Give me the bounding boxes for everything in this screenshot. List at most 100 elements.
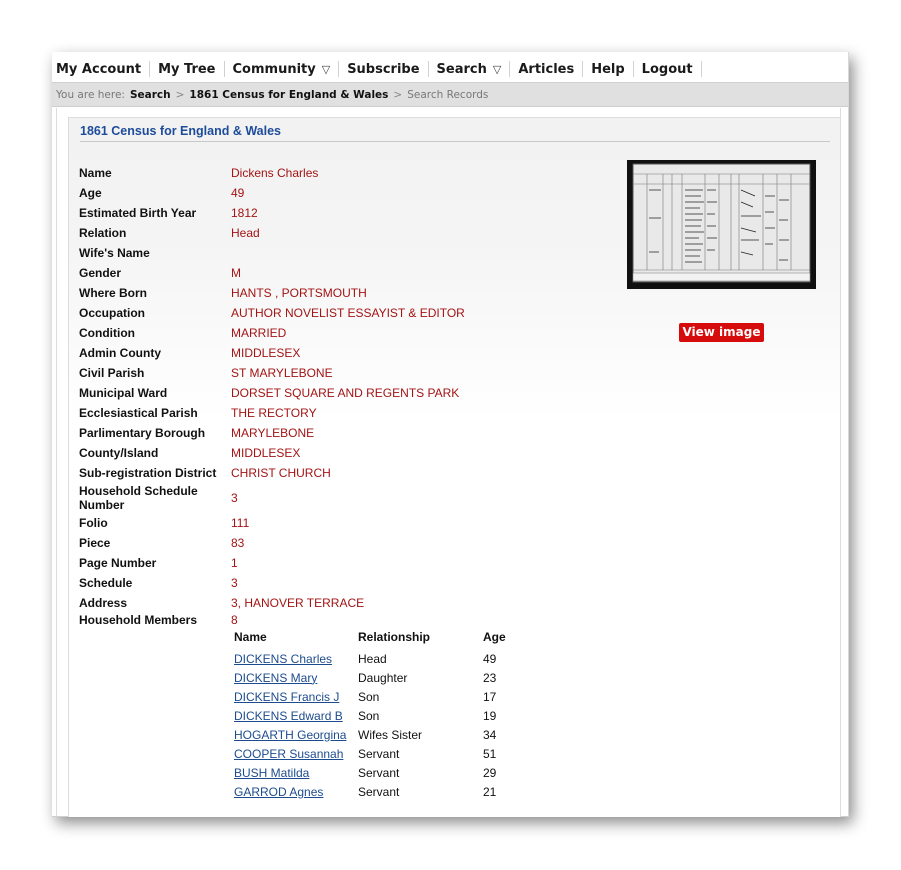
member-age: 49 (483, 651, 497, 666)
field-row: Age 49 (79, 183, 499, 203)
breadcrumb-prefix: You are here: (56, 88, 125, 101)
nav-item-label: Community (232, 61, 316, 77)
nav-item-articles[interactable]: Articles (510, 61, 584, 77)
member-name-link[interactable]: HOGARTH Georgina (234, 728, 346, 742)
field-value: HANTS , PORTSMOUTH (231, 286, 367, 300)
member-relationship: Son (358, 708, 380, 723)
nav-item-search[interactable]: Search ▽ (429, 61, 511, 77)
member-relationship: Servant (358, 765, 400, 780)
field-label: Occupation (79, 306, 146, 320)
field-row: Civil Parish ST MARYLEBONE (79, 363, 499, 383)
field-label: Parlimentary Borough (79, 426, 206, 440)
nav-item-subscribe[interactable]: Subscribe (339, 61, 429, 77)
field-label: Age (79, 186, 102, 200)
field-row: County/Island MIDDLESEX (79, 443, 499, 463)
field-label: Name (79, 166, 112, 180)
member-relationship: Wifes Sister (358, 727, 423, 742)
member-age: 34 (483, 727, 497, 742)
field-value: 1 (231, 556, 238, 570)
nav-item-my-account[interactable]: My Account (52, 61, 151, 77)
breadcrumb-census[interactable]: 1861 Census for England & Wales (189, 89, 388, 101)
field-value: 3 (231, 576, 238, 590)
member-age: 23 (483, 670, 497, 685)
nav-item-label: My Account (56, 61, 142, 77)
field-value: ST MARYLEBONE (231, 366, 333, 380)
table-row: HOGARTH Georgina Wifes Sister 34 (231, 725, 506, 744)
field-value: DORSET SQUARE AND REGENTS PARK (231, 386, 460, 400)
member-name-cell: DICKENS Charles (231, 649, 358, 668)
member-name-link[interactable]: DICKENS Francis J (234, 690, 339, 704)
view-image-button[interactable]: View image (679, 323, 764, 342)
member-name-link[interactable]: BUSH Matilda (234, 766, 309, 780)
field-value: 3, HANOVER TERRACE (231, 596, 365, 610)
table-header-row: Name Relationship Age (231, 630, 506, 649)
nav-item-logout[interactable]: Logout (634, 61, 702, 77)
field-label: Household Members (79, 613, 198, 627)
field-value: 1812 (231, 206, 258, 220)
member-name-link[interactable]: GARROD Agnes (234, 785, 323, 799)
census-page-image (632, 163, 811, 283)
field-label: Folio (79, 516, 108, 530)
field-row: Page Number 1 (79, 553, 499, 573)
field-row: Sub-registration District CHRIST CHURCH (79, 463, 499, 483)
field-row: Piece 83 (79, 533, 499, 553)
field-label: Admin County (79, 346, 161, 360)
field-value: 111 (231, 516, 250, 530)
member-name-cell: HOGARTH Georgina (231, 725, 358, 744)
field-label: Page Number (79, 556, 157, 570)
record-title: 1861 Census for England & Wales (80, 124, 830, 142)
page-frame: My Account My Tree Community ▽ Subscribe Sear… (52, 52, 849, 817)
field-row: Wife's Name (79, 243, 499, 263)
field-row: Household Schedule Number 3 (79, 483, 499, 513)
field-value: 3 (231, 491, 238, 505)
field-row: Ecclesiastical Parish THE RECTORY (79, 403, 499, 423)
field-value: CHRIST CHURCH (231, 466, 331, 480)
field-row: Name Dickens Charles (79, 163, 499, 183)
member-name-link[interactable]: DICKENS Mary (234, 671, 317, 685)
member-name-link[interactable]: DICKENS Edward B (234, 709, 343, 723)
member-age: 51 (483, 746, 497, 761)
field-row: Schedule 3 (79, 573, 499, 593)
field-value: 83 (231, 536, 245, 550)
field-label: County/Island (79, 446, 159, 460)
field-label: Schedule (79, 576, 133, 590)
content-area: 1861 Census for England & Wales Name Dick… (56, 108, 841, 817)
nav-item-help[interactable]: Help (583, 61, 634, 77)
nav-item-my-tree[interactable]: My Tree (150, 61, 225, 77)
member-relationship: Servant (358, 746, 400, 761)
chevron-down-icon: ▽ (492, 62, 502, 76)
field-label: Household Schedule Number (79, 484, 198, 512)
field-label: Relation (79, 226, 127, 240)
field-value: AUTHOR NOVELIST ESSAYIST & EDITOR (231, 306, 465, 320)
field-label: Estimated Birth Year (79, 206, 197, 220)
census-image-thumbnail[interactable] (627, 160, 816, 289)
member-name-link[interactable]: COOPER Susannah (234, 747, 343, 761)
household-members-table: Name Relationship Age DICKENS Charles Hea… (231, 630, 506, 801)
field-label: Gender (79, 266, 122, 280)
field-value: MARRIED (231, 326, 287, 340)
nav-item-label: My Tree (158, 61, 216, 77)
field-value: THE RECTORY (231, 406, 317, 420)
nav-item-label: Articles (518, 61, 575, 77)
field-value: Dickens Charles (231, 166, 319, 180)
member-age: 19 (483, 708, 497, 723)
breadcrumb-search[interactable]: Search (130, 89, 171, 101)
breadcrumb-separator: > (175, 88, 185, 101)
column-header-age: Age (483, 630, 506, 644)
nav-item-label: Logout (641, 61, 693, 77)
member-name-cell: DICKENS Francis J (231, 687, 358, 706)
column-header-name: Name (234, 630, 267, 644)
field-label: Where Born (79, 286, 148, 300)
field-row: Municipal Ward DORSET SQUARE AND REGENTS … (79, 383, 499, 403)
field-row: Condition MARRIED (79, 323, 499, 343)
table-row: DICKENS Edward B Son 19 (231, 706, 506, 725)
member-name-cell: BUSH Matilda (231, 763, 358, 782)
top-nav: My Account My Tree Community ▽ Subscribe Sear… (52, 52, 848, 83)
member-name-link[interactable]: DICKENS Charles (234, 652, 332, 666)
member-name-cell: COOPER Susannah (231, 744, 358, 763)
field-label: Piece (79, 536, 111, 550)
nav-item-community[interactable]: Community ▽ (225, 61, 340, 77)
field-label: Sub-registration District (79, 466, 217, 480)
nav-item-label: Subscribe (347, 61, 420, 77)
member-name-cell: DICKENS Edward B (231, 706, 358, 725)
